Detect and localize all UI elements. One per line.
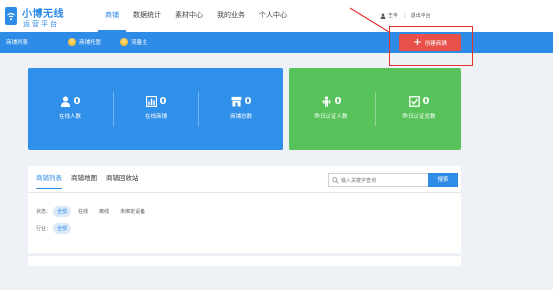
search-button[interactable]: 搜索 xyxy=(428,173,458,187)
divider xyxy=(375,92,376,126)
divider xyxy=(28,192,461,193)
industry-filter: 行业： 全部 xyxy=(36,223,74,234)
search-input[interactable] xyxy=(341,175,421,186)
stat-label: 在线人数 xyxy=(58,114,81,120)
status-option-online[interactable]: 在线 xyxy=(74,206,92,217)
tab-shop-list[interactable]: 商铺列表 xyxy=(36,172,62,189)
stat-value: 0 xyxy=(334,95,342,107)
person-group-icon xyxy=(322,95,330,107)
bar-chart-icon xyxy=(145,95,157,107)
stat-total-shops[interactable]: 0 商铺总数 xyxy=(199,94,283,121)
nav-materials[interactable]: 素材中心 xyxy=(168,0,210,32)
traffic-owner-link[interactable]: 0 流量主 xyxy=(120,38,148,46)
shop-list-label: 商铺列表 xyxy=(6,40,29,46)
stats-card-blue: 0 在线人数 0 在线商铺 0 商铺总数 xyxy=(28,68,283,150)
stat-value: 0 xyxy=(244,95,252,107)
traffic-owner-label: 流量主 xyxy=(131,40,148,46)
nav-my-business[interactable]: 我的业务 xyxy=(210,0,252,32)
stat-label: 昨日认证总数 xyxy=(402,114,436,120)
stat-online-users[interactable]: 0 在线人数 xyxy=(28,94,112,121)
industry-filter-label: 行业： xyxy=(36,226,52,232)
highlight-box xyxy=(389,26,473,66)
stat-yesterday-auth-users[interactable]: 0 昨日认证人数 xyxy=(289,94,373,121)
stat-value: 0 xyxy=(159,95,167,107)
count-badge: 0 xyxy=(68,38,76,46)
wifi-logo-icon xyxy=(5,7,17,25)
status-option-offline[interactable]: 离线 xyxy=(95,206,113,217)
status-option-unbound[interactable]: 未绑定设备 xyxy=(116,206,149,217)
user-icon xyxy=(60,96,70,107)
status-option-all[interactable]: 全部 xyxy=(53,206,72,217)
nav-shop[interactable]: 商铺 xyxy=(98,0,126,32)
stat-online-shops[interactable]: 0 在线商铺 xyxy=(114,94,198,120)
shop-list-link[interactable]: 商铺列表 xyxy=(6,38,28,46)
tab-shop-map[interactable]: 商铺地图 xyxy=(71,172,97,189)
search-icon xyxy=(332,177,339,184)
shop-hosting-link[interactable]: 0 商铺托管 xyxy=(68,38,101,46)
stat-value: 0 xyxy=(73,95,81,107)
stat-label: 在线商铺 xyxy=(144,114,167,120)
list-area xyxy=(28,256,461,266)
nav-statistics[interactable]: 数据统计 xyxy=(126,0,168,32)
stats-card-green: 0 昨日认证人数 0 昨日认证总数 xyxy=(289,68,461,150)
logo-subtitle: 运营平台 xyxy=(23,20,59,28)
stat-yesterday-auth-total[interactable]: 0 昨日认证总数 xyxy=(377,94,461,121)
logout-link[interactable]: 退出平台 xyxy=(411,12,431,19)
nav-personal-center[interactable]: 个人中心 xyxy=(252,0,294,32)
stat-value: 0 xyxy=(422,95,430,107)
stat-label: 商铺总数 xyxy=(229,114,252,120)
shop-hosting-label: 商铺托管 xyxy=(79,40,102,46)
count-badge: 0 xyxy=(120,38,128,46)
status-filter-label: 状态： xyxy=(36,209,52,215)
shop-list-panel: 商铺列表 商铺地图 商铺回收站 搜索 状态： 全部 在线 离线 未绑定设备 行业… xyxy=(28,166,461,253)
stat-label: 昨日认证人数 xyxy=(314,114,348,120)
tab-shop-recycle-bin[interactable]: 商铺回收站 xyxy=(106,172,139,189)
logo[interactable]: 小博无线 运营平台 xyxy=(4,4,64,30)
panel-tabs: 商铺列表 商铺地图 商铺回收站 xyxy=(36,172,148,189)
logo-title: 小博无线 xyxy=(22,9,64,20)
shop-icon xyxy=(231,96,241,106)
industry-option-all[interactable]: 全部 xyxy=(53,223,72,234)
status-filter: 状态： 全部 在线 离线 未绑定设备 xyxy=(36,206,152,217)
main-nav: 商铺 数据统计 素材中心 我的业务 个人中心 xyxy=(98,0,294,32)
checkbox-icon xyxy=(408,95,420,107)
